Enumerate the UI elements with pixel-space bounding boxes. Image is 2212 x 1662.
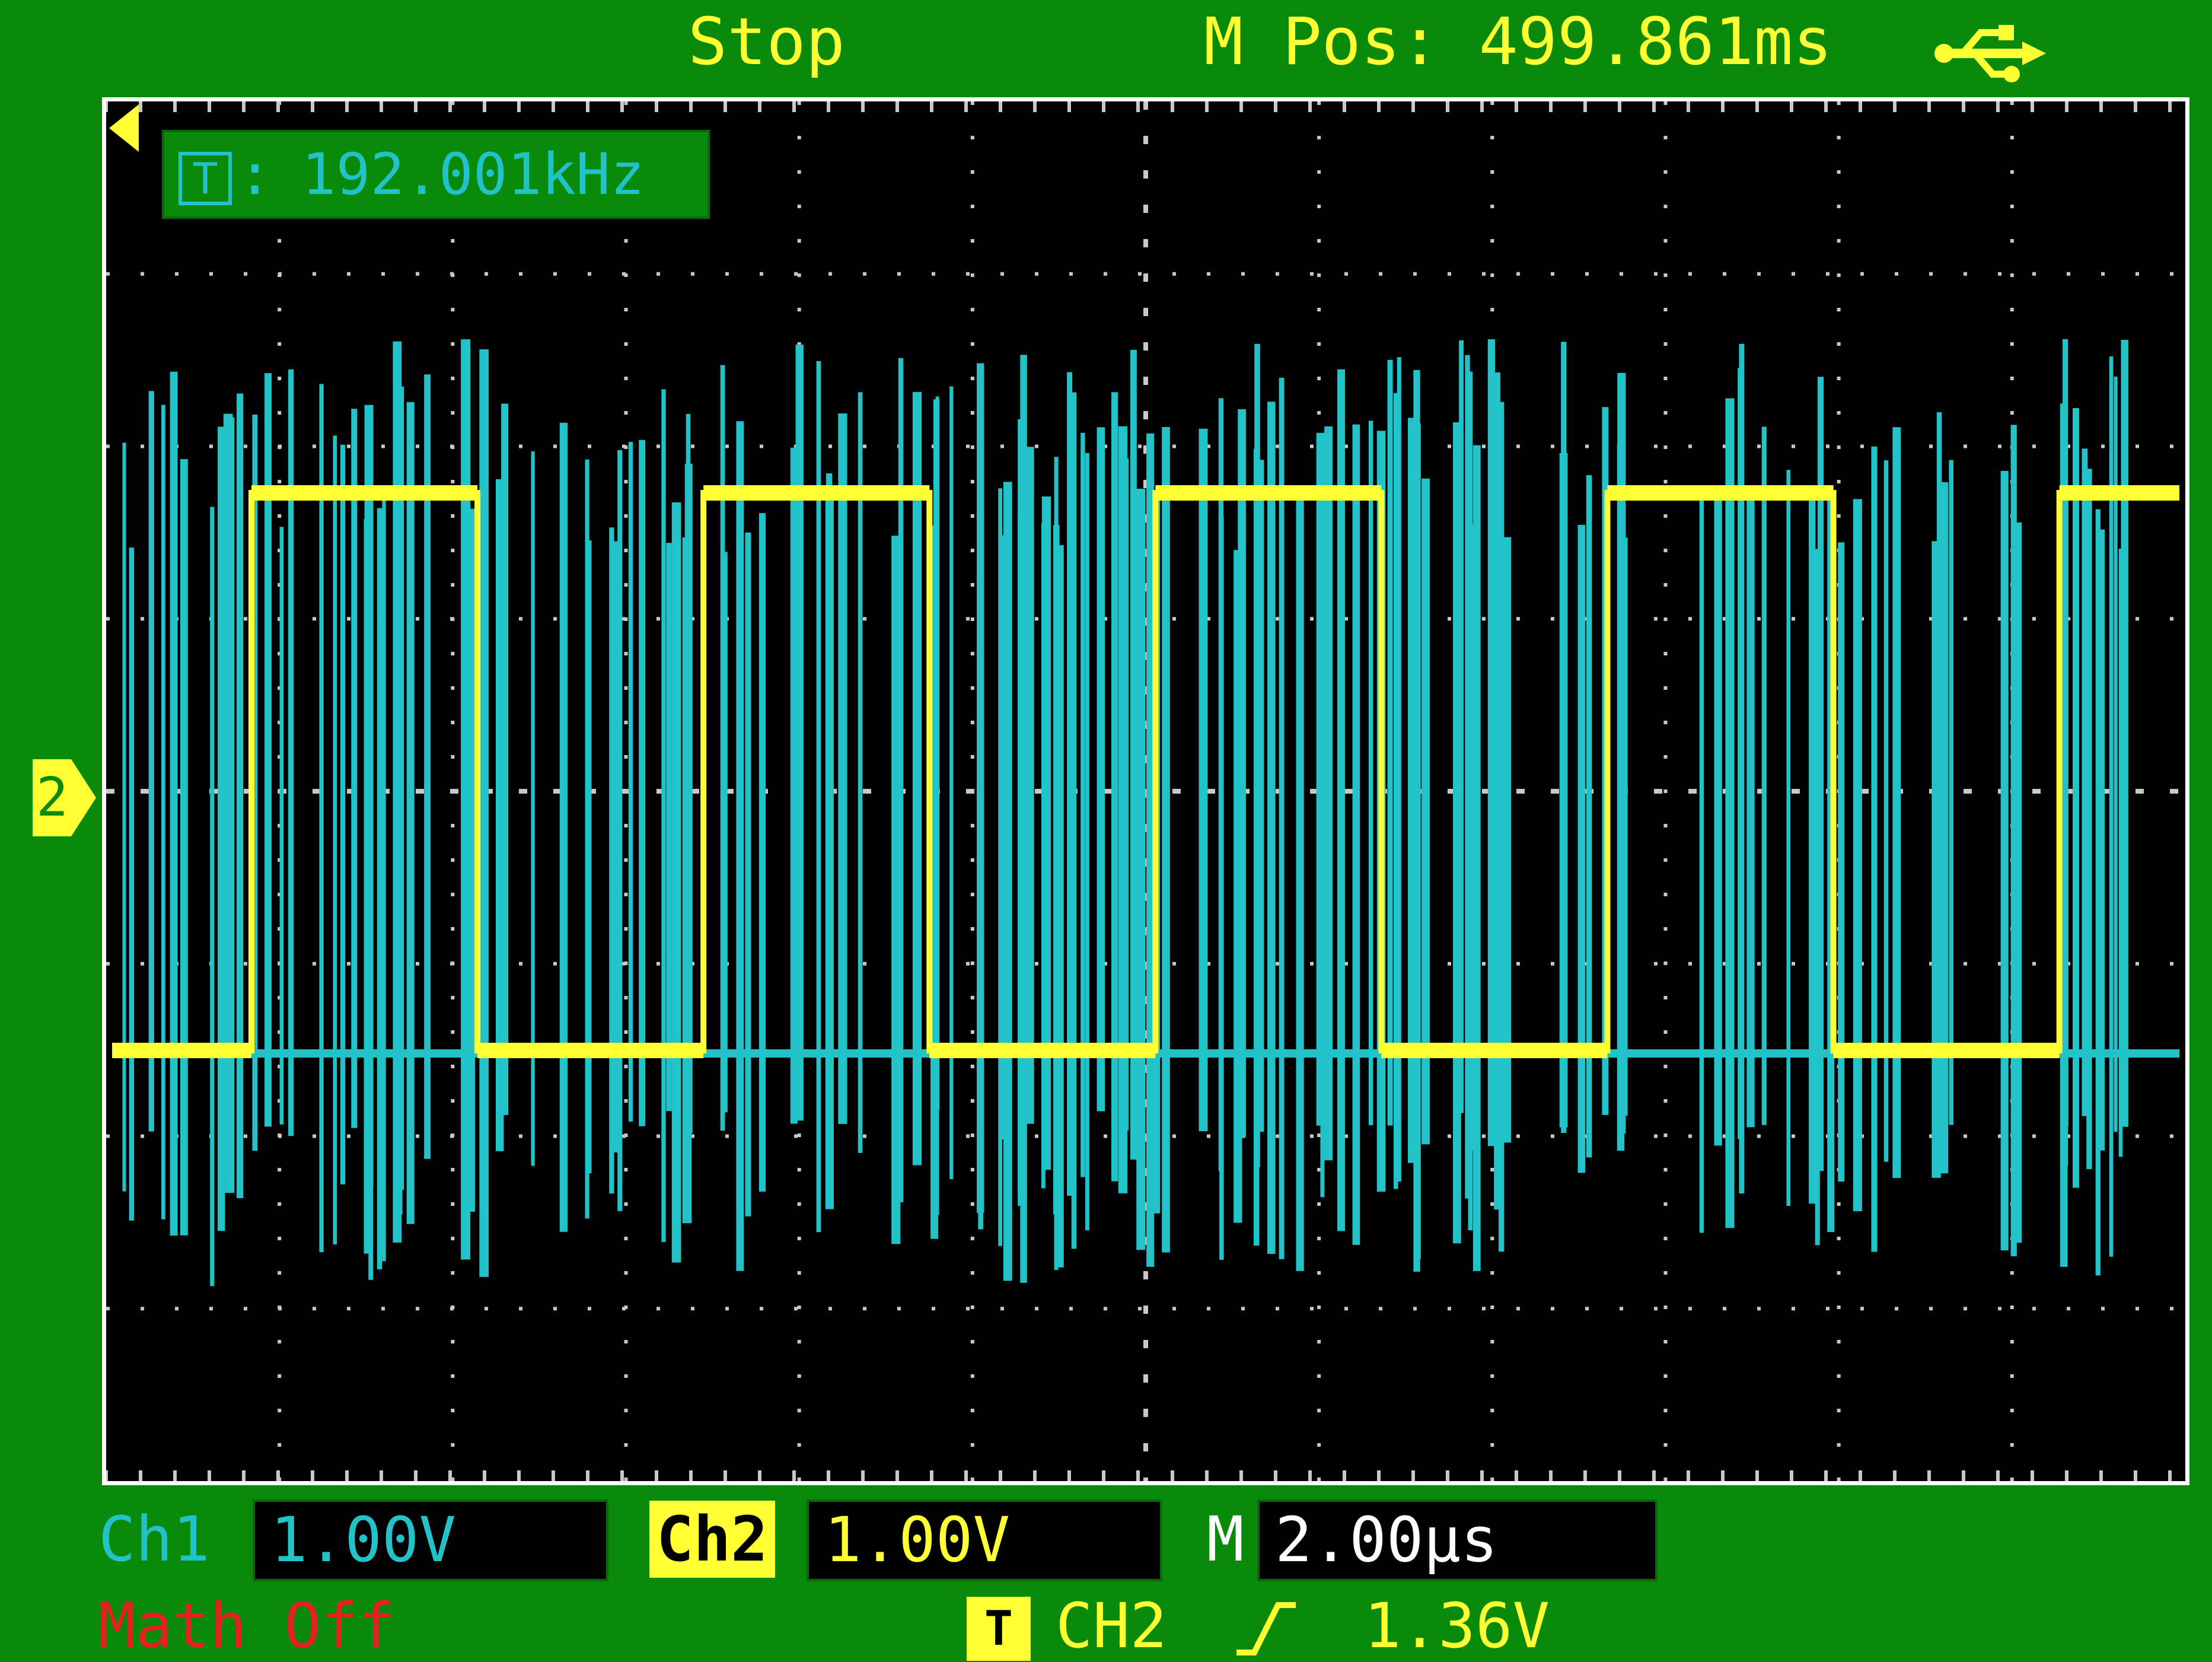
ch2-scale-value: 1.00V	[807, 1499, 1162, 1581]
ch2-ground-marker-icon[interactable]: 2	[30, 756, 98, 839]
trigger-source: CH2	[1056, 1590, 1167, 1662]
main-position-readout: M Pos: 499.861ms	[1204, 4, 1832, 79]
rising-edge-icon	[1236, 1602, 1296, 1655]
ch1-label[interactable]: Ch1	[98, 1501, 210, 1578]
waveform-display[interactable]: T:192.001kHz	[102, 97, 2189, 1485]
trigger-type-icon: T	[967, 1597, 1031, 1661]
acquisition-status: Stop	[688, 4, 845, 79]
ch1-scale-value: 1.00V	[253, 1499, 608, 1581]
trigger-level-marker-icon[interactable]	[106, 101, 142, 155]
ch2-trace	[112, 490, 2179, 1053]
waveform-traces	[112, 339, 2179, 1287]
trigger-level: 1.36V	[1364, 1590, 1550, 1662]
usb-icon	[1934, 25, 2046, 82]
timebase-value: 2.00µs	[1257, 1499, 1658, 1581]
math-status[interactable]: Math Off	[98, 1591, 396, 1661]
ch2-marker-label: 2	[36, 766, 68, 829]
trigger-icon: T	[179, 151, 232, 205]
frequency-readout: T:192.001kHz	[162, 130, 710, 219]
frequency-value: 192.001kHz	[301, 141, 645, 208]
ch2-label[interactable]: Ch2	[649, 1501, 775, 1578]
main-timebase-label: M	[1207, 1503, 1244, 1575]
frequency-colon: :	[238, 141, 272, 208]
